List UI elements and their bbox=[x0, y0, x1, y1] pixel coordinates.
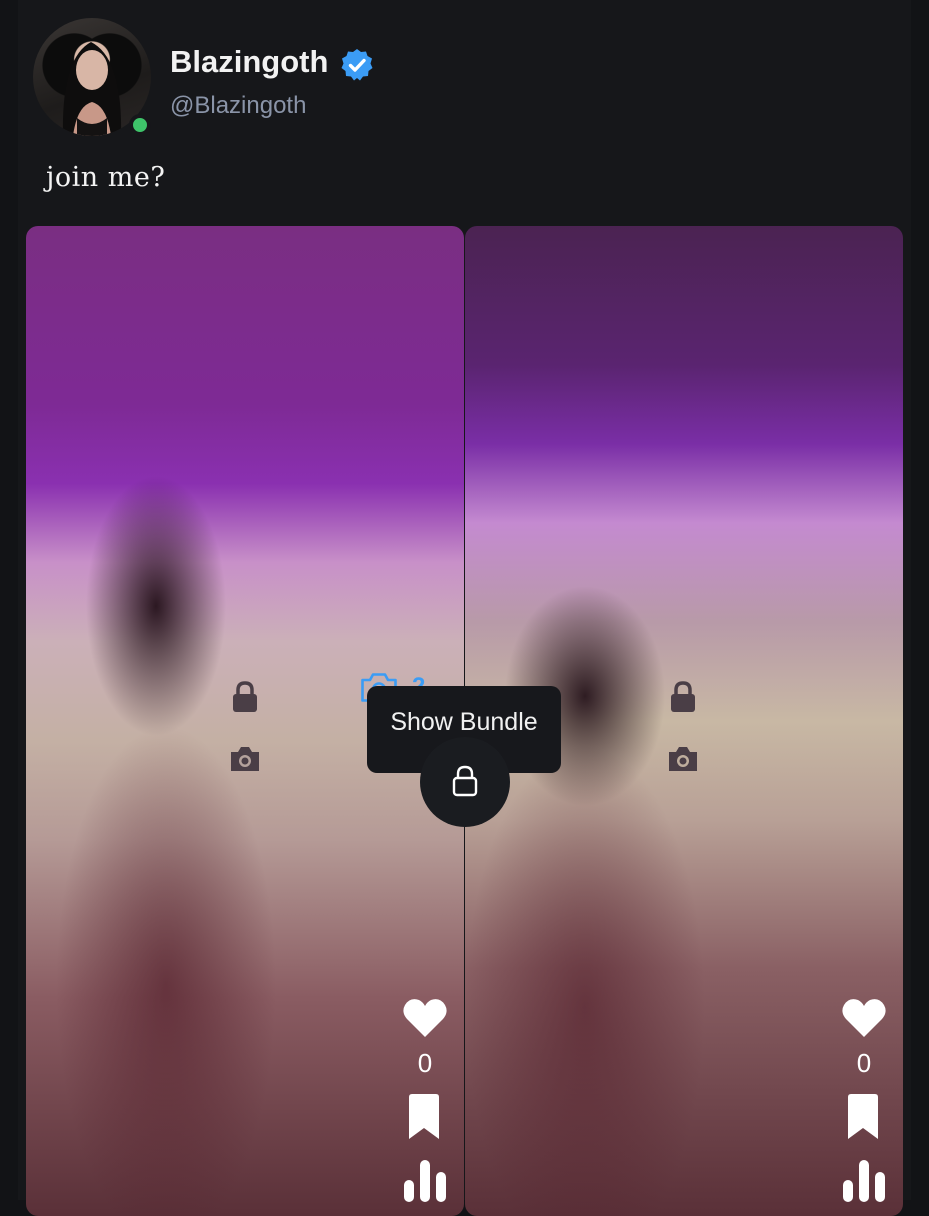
camera-icon bbox=[669, 747, 697, 771]
stats-bars-icon[interactable] bbox=[402, 1158, 448, 1202]
online-status-dot bbox=[129, 114, 151, 136]
camera-icon bbox=[231, 747, 259, 771]
author-name[interactable]: Blazingoth bbox=[170, 44, 328, 80]
lock-icon bbox=[452, 765, 478, 797]
post-header: Blazingoth @Blazingoth bbox=[33, 18, 633, 138]
like-heart-icon[interactable] bbox=[402, 996, 448, 1040]
lock-icon bbox=[233, 681, 257, 712]
like-count: 0 bbox=[417, 1048, 433, 1078]
unlock-bundle-button[interactable] bbox=[420, 737, 510, 827]
like-heart-icon[interactable] bbox=[841, 996, 887, 1040]
tooltip-label: Show Bundle bbox=[390, 708, 538, 736]
post-caption: join me? bbox=[46, 162, 166, 193]
verified-badge-icon bbox=[341, 49, 373, 81]
author-handle[interactable]: @Blazingoth bbox=[170, 92, 306, 120]
bookmark-icon[interactable] bbox=[845, 1094, 881, 1140]
stats-bars-icon[interactable] bbox=[841, 1158, 887, 1202]
lock-icon bbox=[671, 681, 695, 712]
bookmark-icon[interactable] bbox=[406, 1094, 442, 1140]
like-count: 0 bbox=[856, 1048, 872, 1078]
